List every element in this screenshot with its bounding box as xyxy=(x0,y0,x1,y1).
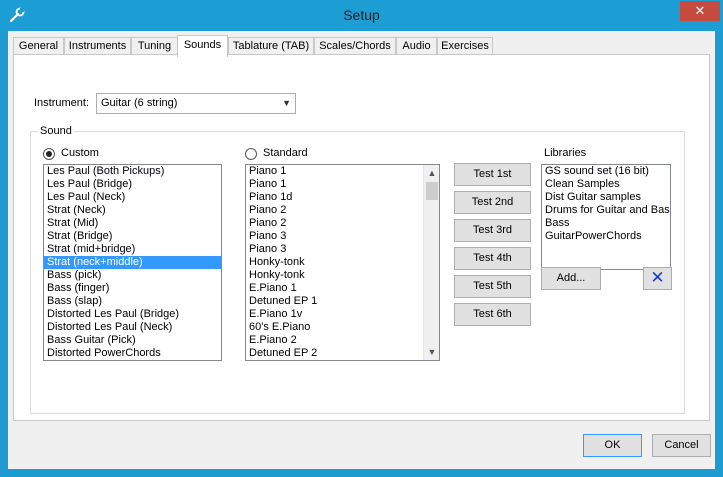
library-item[interactable]: Clean Samples xyxy=(542,178,670,191)
standard-sound-item[interactable]: E.Piano 1v xyxy=(246,308,439,321)
instrument-label: Instrument: xyxy=(34,97,90,109)
custom-sound-item[interactable]: Bass (pick) xyxy=(44,269,221,282)
standard-sound-item[interactable]: 60's E.Piano xyxy=(246,321,439,334)
library-item[interactable]: Bass xyxy=(542,217,670,230)
standard-sound-item[interactable]: Piano 2 xyxy=(246,204,439,217)
sound-group-label: Sound xyxy=(38,125,74,137)
setup-window: Setup ✕ General Instruments Tuning Sound… xyxy=(0,0,723,477)
cancel-button[interactable]: Cancel xyxy=(652,434,711,457)
tab-scales-chords[interactable]: Scales/Chords xyxy=(314,37,396,55)
custom-sound-item[interactable]: Les Paul (Neck) xyxy=(44,191,221,204)
tab-tuning[interactable]: Tuning xyxy=(131,37,178,55)
standard-sound-item[interactable]: Honky-tonk xyxy=(246,269,439,282)
custom-sound-item[interactable]: Distorted PowerChords xyxy=(44,347,221,360)
custom-radio[interactable] xyxy=(43,148,55,160)
custom-sound-item[interactable]: Les Paul (Both Pickups) xyxy=(44,165,221,178)
library-item[interactable]: Drums for Guitar and Bass xyxy=(542,204,670,217)
test-2nd-button[interactable]: Test 2nd xyxy=(454,191,531,214)
close-icon: ✕ xyxy=(650,268,665,287)
standard-sound-item[interactable]: Piano 3 xyxy=(246,243,439,256)
tab-instruments[interactable]: Instruments xyxy=(64,37,131,55)
tab-tablature[interactable]: Tablature (TAB) xyxy=(228,37,314,55)
standard-sound-item[interactable]: E.Piano 1 xyxy=(246,282,439,295)
chevron-down-icon[interactable]: ▼ xyxy=(282,94,291,113)
test-5th-button[interactable]: Test 5th xyxy=(454,275,531,298)
custom-sound-list[interactable]: Les Paul (Both Pickups) Les Paul (Bridge)… xyxy=(43,164,222,361)
standard-sound-item[interactable]: Honky-tonk xyxy=(246,256,439,269)
standard-sound-item[interactable]: Piano 1d xyxy=(246,191,439,204)
library-item[interactable]: GS sound set (16 bit) xyxy=(542,165,670,178)
custom-sound-item[interactable]: Strat (Mid) xyxy=(44,217,221,230)
scroll-up-icon[interactable]: ▲ xyxy=(424,165,439,181)
test-3rd-button[interactable]: Test 3rd xyxy=(454,219,531,242)
custom-sound-item[interactable]: Bass Guitar (Pick) xyxy=(44,334,221,347)
standard-sound-item[interactable]: Detuned EP 2 xyxy=(246,347,439,360)
standard-sound-list[interactable]: Piano 1 Piano 1 Piano 1d Piano 2 Piano 2 Pian… xyxy=(245,164,440,361)
custom-sound-item[interactable]: Strat (Neck) xyxy=(44,204,221,217)
custom-sound-item[interactable]: Distorted Les Paul (Bridge) xyxy=(44,308,221,321)
sounds-tab-panel: Instrument: Guitar (6 string) ▼ Sound Cu… xyxy=(13,54,710,421)
ok-button[interactable]: OK xyxy=(583,434,642,457)
tab-sounds[interactable]: Sounds xyxy=(177,35,228,57)
close-button[interactable]: ✕ xyxy=(680,1,720,21)
title-bar[interactable]: Setup ✕ xyxy=(0,0,723,31)
tab-general[interactable]: General xyxy=(13,37,64,55)
custom-radio-label[interactable]: Custom xyxy=(61,147,99,159)
custom-sound-item[interactable]: Strat (Bridge) xyxy=(44,230,221,243)
instrument-value: Guitar (6 string) xyxy=(101,97,178,109)
tab-exercises[interactable]: Exercises xyxy=(437,37,493,55)
standard-radio-label[interactable]: Standard xyxy=(263,147,308,159)
instrument-combobox[interactable]: Guitar (6 string) ▼ xyxy=(96,93,296,114)
custom-sound-item[interactable]: Les Paul (Bridge) xyxy=(44,178,221,191)
add-library-button[interactable]: Add... xyxy=(541,267,601,290)
tab-audio[interactable]: Audio xyxy=(396,37,437,55)
delete-library-button[interactable]: ✕ xyxy=(643,267,672,290)
test-6th-button[interactable]: Test 6th xyxy=(454,303,531,326)
custom-sound-item[interactable]: Bass (finger) xyxy=(44,282,221,295)
test-1st-button[interactable]: Test 1st xyxy=(454,163,531,186)
library-item[interactable]: Dist Guitar samples xyxy=(542,191,670,204)
standard-sound-item[interactable]: Detuned EP 1 xyxy=(246,295,439,308)
library-item[interactable]: GuitarPowerChords xyxy=(542,230,670,243)
standard-sound-item[interactable]: E.Piano 2 xyxy=(246,334,439,347)
dialog-client-area: General Instruments Tuning Sounds Tablat… xyxy=(8,31,715,469)
custom-sound-item[interactable]: Strat (neck+middle) xyxy=(44,256,221,269)
standard-sound-item[interactable]: Piano 3 xyxy=(246,230,439,243)
standard-sound-item[interactable]: Piano 1 xyxy=(246,165,439,178)
scroll-down-icon[interactable]: ▼ xyxy=(424,344,439,360)
libraries-label: Libraries xyxy=(544,147,587,159)
custom-sound-item[interactable]: Strat (mid+bridge) xyxy=(44,243,221,256)
standard-sound-item[interactable]: Piano 1 xyxy=(246,178,439,191)
test-4th-button[interactable]: Test 4th xyxy=(454,247,531,270)
scrollbar-thumb[interactable] xyxy=(426,182,438,200)
libraries-list[interactable]: GS sound set (16 bit) Clean Samples Dist G… xyxy=(541,164,671,270)
standard-sound-item[interactable]: Piano 2 xyxy=(246,217,439,230)
standard-radio[interactable] xyxy=(245,148,257,160)
custom-sound-item[interactable]: Distorted Les Paul (Neck) xyxy=(44,321,221,334)
custom-sound-item[interactable]: Bass (slap) xyxy=(44,295,221,308)
standard-list-scrollbar[interactable]: ▲ ▼ xyxy=(423,165,439,360)
window-title: Setup xyxy=(343,7,380,23)
